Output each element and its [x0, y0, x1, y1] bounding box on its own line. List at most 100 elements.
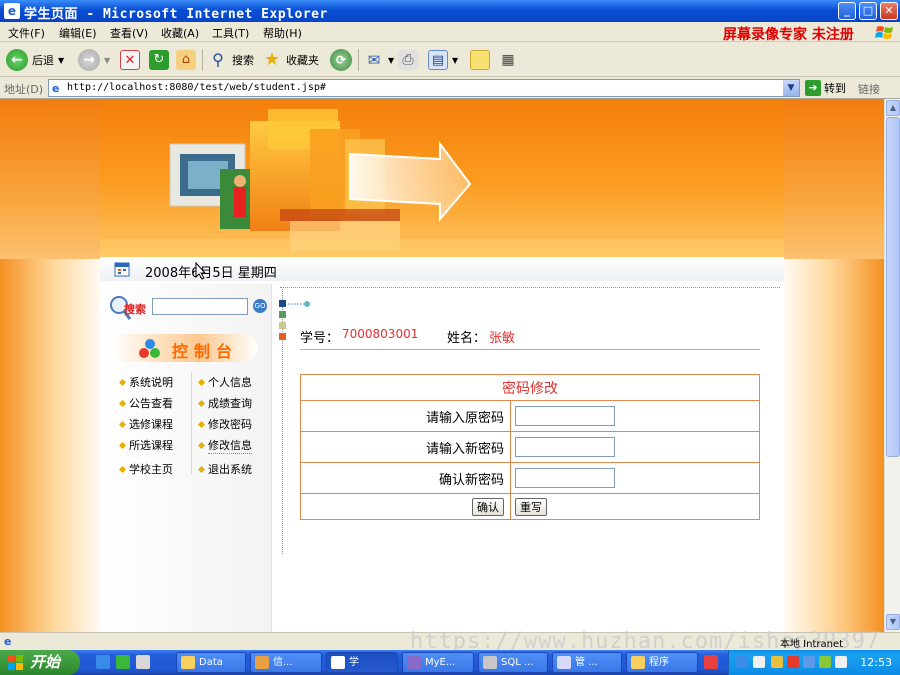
tray-ime-icon[interactable] [753, 656, 765, 668]
search-button[interactable]: ⚲ 搜索 [208, 48, 254, 72]
dropdown-arrow-icon: ▼ [104, 55, 111, 65]
tray-user-icon[interactable] [771, 656, 783, 668]
recorder-brand: 屏幕录像专家 未注册 [723, 27, 854, 43]
menu-view[interactable]: 查看(V) [110, 25, 148, 41]
recorder-tray-icon[interactable] [704, 655, 718, 669]
address-url[interactable]: http://localhost:8080/test/web/student.j… [67, 82, 326, 93]
quicklaunch-ie-icon[interactable] [96, 655, 110, 669]
nav-school-home[interactable]: 学校主页 [118, 461, 173, 477]
new-password-input[interactable] [515, 437, 615, 457]
scroll-up-arrow-icon[interactable]: ▲ [886, 100, 900, 116]
scroll-down-arrow-icon[interactable]: ▼ [886, 614, 900, 630]
confirm-password-input[interactable] [515, 468, 615, 488]
password-form-title: 密码修改 [300, 374, 760, 401]
tray-arrow-icon[interactable] [735, 656, 747, 668]
nav-personal-info[interactable]: 个人信息 [197, 374, 252, 390]
forward-arrow-icon: → [78, 49, 100, 71]
task-programs[interactable]: 程序 [626, 652, 698, 673]
sidebar: 搜索 GO 控制台 系统说明 公告查看 选修课程 所选课程 学校主页 个人信息 … [100, 284, 272, 632]
go-label: 转到 [824, 82, 846, 95]
nav-edit-info[interactable]: 修改信息 [197, 437, 252, 454]
nav-announcements[interactable]: 公告查看 [118, 395, 173, 411]
forward-button[interactable]: → ▼ [78, 48, 110, 72]
site-search-go-button[interactable]: GO [253, 299, 267, 313]
maximize-button[interactable]: □ [859, 2, 877, 20]
refresh-button[interactable]: ↻ [149, 48, 169, 72]
start-button[interactable]: 开始 [0, 650, 80, 675]
menu-help[interactable]: 帮助(H) [263, 25, 302, 41]
edit-page-icon: ▤ [428, 50, 448, 70]
tray-shield-icon[interactable] [819, 656, 831, 668]
discuss-button[interactable] [470, 48, 490, 72]
print-button[interactable]: ⎙ [398, 48, 418, 72]
home-button[interactable]: ⌂ [176, 48, 196, 72]
nav-grade-query[interactable]: 成绩查询 [197, 395, 252, 411]
vertical-scrollbar[interactable]: ▲ ▼ [884, 99, 900, 632]
nav-elective-courses[interactable]: 选修课程 [118, 416, 173, 432]
tray-qq-icon[interactable] [787, 656, 799, 668]
search-badge-icon: 搜索 [110, 296, 146, 320]
nav-logout[interactable]: 退出系统 [197, 461, 252, 477]
stop-button[interactable]: ✕ [120, 48, 140, 72]
old-password-input[interactable] [515, 406, 615, 426]
menu-favorites[interactable]: 收藏(A) [161, 25, 199, 41]
nav-divider [191, 372, 192, 474]
nav-selected-courses[interactable]: 所选课程 [118, 437, 173, 453]
title-bar[interactable]: e 学生页面 - Microsoft Internet Explorer _ □… [0, 0, 900, 22]
reset-button[interactable]: 重写 [515, 497, 547, 516]
tray-network-icon[interactable] [803, 656, 815, 668]
task-myeclipse[interactable]: MyE... [402, 652, 474, 673]
quicklaunch-desktop-icon[interactable] [136, 655, 150, 669]
edit-button[interactable]: ▤ ▼ [428, 48, 458, 72]
tray-volume-icon[interactable] [835, 656, 847, 668]
minimize-button[interactable]: _ [838, 2, 856, 20]
dropdown-arrow-icon: ▼ [58, 55, 65, 65]
menu-edit[interactable]: 编辑(E) [59, 25, 97, 41]
nav-label: 选修课程 [129, 418, 173, 431]
task-sql[interactable]: SQL ... [478, 652, 548, 673]
bullet-icon [197, 465, 206, 473]
scroll-thumb[interactable] [886, 117, 900, 457]
star-icon: ★ [263, 49, 281, 70]
password-form: 密码修改 请输入原密码 请输入新密码 确认新密码 确认 重写 [300, 374, 760, 520]
ie-task-icon [331, 656, 345, 669]
address-dropdown-icon[interactable]: ▼ [783, 80, 799, 96]
go-button[interactable]: ➜ 转到 [805, 80, 846, 96]
task-info[interactable]: 信... [250, 652, 322, 673]
page-viewport: 2008年6月5日 星期四 搜索 GO 控制台 系统说明 公告查看 选修课程 所… [0, 99, 884, 632]
links-button[interactable]: 链接 [858, 81, 880, 97]
task-data[interactable]: Data [176, 652, 246, 673]
task-student[interactable]: 学 [326, 652, 398, 673]
task-label: 程序 [649, 657, 669, 668]
status-bar: e https://www.huzhan.com/ishop39397 本地 I… [0, 629, 900, 654]
task-manager[interactable]: 管 ... [552, 652, 622, 673]
nav-system-info[interactable]: 系统说明 [118, 374, 173, 390]
student-id-value: 7000803001 [342, 327, 419, 341]
quicklaunch-app-icon[interactable] [116, 655, 130, 669]
submit-button[interactable]: 确认 [472, 497, 504, 516]
menu-file[interactable]: 文件(F) [8, 25, 45, 41]
nav-label: 修改密码 [208, 418, 252, 431]
mail-button[interactable]: ✉ ▼ [364, 48, 394, 72]
ie-app-icon: e [4, 3, 20, 19]
search-label: 搜索 [232, 54, 254, 67]
dropdown-arrow-icon: ▼ [452, 55, 459, 65]
address-label: 地址(D) [4, 83, 44, 96]
menu-tools[interactable]: 工具(T) [212, 25, 249, 41]
messenger-button[interactable]: ▦ [498, 48, 518, 72]
dotted-top-border [280, 287, 780, 288]
favorites-label: 收藏夹 [286, 54, 319, 67]
submit-cell: 确认 [300, 493, 511, 520]
site-search-input[interactable] [152, 298, 248, 315]
nav-label: 修改信息 [208, 439, 252, 454]
calendar-icon [114, 262, 130, 277]
menu-bar: 文件(F) 编辑(E) 查看(V) 收藏(A) 工具(T) 帮助(H) 屏幕录像… [0, 22, 900, 43]
back-button[interactable]: ← 后退 ▼ [6, 48, 64, 72]
task-label: Data [199, 657, 223, 668]
address-input[interactable]: e http://localhost:8080/test/web/student… [48, 79, 800, 97]
nav-change-password[interactable]: 修改密码 [197, 416, 252, 432]
close-button[interactable]: ✕ [880, 2, 898, 20]
nav-label: 成绩查询 [208, 397, 252, 410]
favorites-button[interactable]: ★ 收藏夹 [262, 48, 319, 72]
history-button[interactable]: ⟳ [330, 48, 352, 72]
